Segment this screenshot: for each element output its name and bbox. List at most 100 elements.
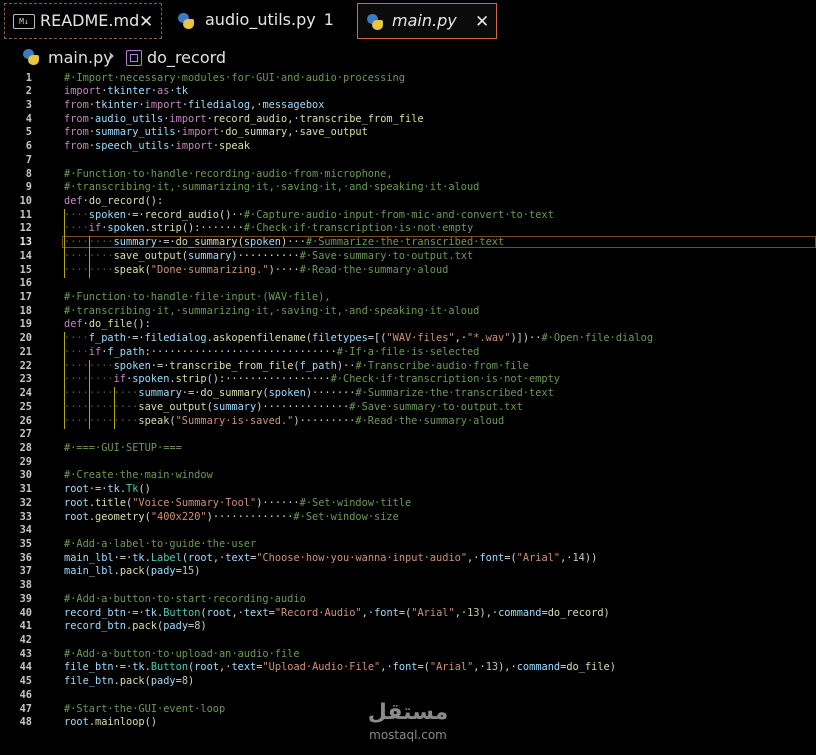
code-line[interactable]: 14 ········ save_output(summary)··········… (0, 249, 816, 264)
code-line[interactable]: 13 ········ summary·=·do_summary(spoken)··… (0, 236, 816, 251)
code-token: messagebox (262, 98, 325, 111)
line-number: 38 (19, 579, 32, 592)
close-icon[interactable]: ✕ (139, 12, 153, 32)
code-line[interactable]: 30 #·Create·the·main·window (0, 469, 816, 483)
line-number: 47 (19, 702, 32, 715)
code-line[interactable]: 2 import·tkinter·as·tk (0, 85, 816, 99)
code-line[interactable]: 37 main_lbl.pack(pady=15) (0, 565, 816, 579)
code-line[interactable]: 27 (0, 428, 816, 442)
code-text: summary·=·do_summary(spoken)···#·Summari… (114, 236, 505, 250)
code-token: 14 (572, 551, 585, 564)
code-line[interactable]: 16 (0, 277, 816, 291)
code-line[interactable]: 9 #·transcribing·it,·summarizing·it,·savi… (0, 181, 816, 195)
breadcrumb-file[interactable]: main.py (48, 48, 113, 67)
code-line[interactable]: 18 #·transcribing·it,·summarizing·it,·sav… (0, 305, 816, 319)
line-number: 36 (19, 551, 32, 564)
tab-label: audio_utils.py 1 (205, 10, 334, 29)
code-text: speak("Done·summarizing.")····#·Read·the… (114, 264, 449, 278)
code-token: def (64, 194, 83, 207)
code-line[interactable]: 1 #·Import·necessary·modules·for·GUI·and·… (0, 72, 816, 86)
line-number: 27 (19, 428, 32, 441)
code-token: pady (150, 675, 176, 688)
code-token: spoken (113, 359, 151, 372)
code-line[interactable]: 22 ········ spoken·=·transcribe_from_file(… (0, 359, 816, 374)
line-number: 12 (19, 222, 32, 235)
code-token: record_btn (64, 620, 126, 633)
tab-readme[interactable]: M↓ README.md ✕ (4, 3, 162, 39)
close-icon[interactable]: ✕ (475, 12, 489, 32)
code-token: speak (219, 140, 251, 153)
line-number: 40 (19, 606, 32, 619)
code-token: if (113, 373, 126, 386)
code-token: if (88, 345, 102, 358)
code-text: speak("Summary·is·saved.")·········#·Rea… (138, 415, 504, 429)
code-token: def (64, 318, 83, 331)
breadcrumb-symbol[interactable]: do_record (147, 48, 226, 67)
code-line[interactable]: 29 (0, 456, 816, 470)
code-line[interactable]: 5 from·summary_utils·import·do_summary,·s… (0, 126, 816, 140)
code-line[interactable]: 36 main_lbl·=·tk.Label(root,·text="Choose… (0, 552, 816, 566)
code-token: )········· (293, 414, 356, 427)
line-number: 7 (25, 153, 32, 166)
code-line[interactable]: 19 def·do_file(): (0, 318, 816, 332)
code-line[interactable]: 8 #·Function·to·handle·recording·audio·fr… (0, 168, 816, 182)
code-line[interactable]: 32 root.title("Voice·Summary·Tool")······… (0, 497, 816, 511)
code-line[interactable]: 3 from·tkinter·import·filedialog,·message… (0, 99, 816, 113)
code-line[interactable]: 45 file_btn.pack(pady=8) (0, 675, 816, 689)
code-line[interactable]: 4 from·audio_utils·import·record_audio,·t… (0, 113, 816, 127)
code-line[interactable]: 12 ···· if·spoken.strip():·······#·Check·i… (0, 222, 816, 237)
code-text: record_btn·=·tk.Button(root,·text="Recor… (64, 607, 610, 621)
code-line[interactable]: 24 ············ summary·=·do_summary(spoke… (0, 387, 816, 402)
code-line[interactable]: 41 record_btn.pack(pady=8) (0, 620, 816, 634)
code-token: root (64, 510, 89, 523)
code-line[interactable]: 38 (0, 579, 816, 593)
code-line[interactable]: 28 #·===·GUI·SETUP·=== (0, 442, 816, 456)
code-token: 15 (181, 565, 195, 578)
line-number: 11 (19, 208, 32, 221)
line-number: 33 (19, 510, 32, 523)
code-token: "Summary·is·saved." (175, 414, 294, 427)
tab-audio-utils[interactable]: audio_utils.py 1 (168, 3, 350, 39)
code-line[interactable]: 31 root·=·tk.Tk() (0, 483, 816, 497)
code-token: f_path (107, 345, 145, 358)
code-line[interactable]: 15 ········ speak("Done·summarizing.")····… (0, 263, 816, 278)
line-number: 9 (25, 181, 32, 194)
code-editor[interactable]: 1 #·Import·necessary·modules·for·GUI·and·… (0, 70, 816, 755)
code-token: ) (609, 661, 616, 674)
tab-main[interactable]: main.py ✕ (357, 3, 497, 39)
code-text: root·=·tk.Tk() (64, 483, 151, 497)
code-token: record_audio (144, 208, 220, 221)
code-line[interactable]: 35 #·Add·a·label·to·guide·the·user (0, 538, 816, 552)
code-token: summary_utils (95, 126, 176, 139)
code-line[interactable]: 43 #·Add·a·button·to·upload·an·audio·file (0, 648, 816, 662)
line-number: 10 (19, 194, 32, 207)
code-line[interactable]: 26 ············ speak("Summary·is·saved.")… (0, 414, 816, 429)
whitespace-marker: ···· (64, 222, 89, 235)
code-line[interactable]: 21 ···· if·f_path:························… (0, 345, 816, 360)
code-line[interactable]: 7 (0, 154, 816, 168)
code-token: #·If·a·file·is·selected (336, 345, 480, 358)
code-token: #·Read·the·summary·aloud (299, 263, 449, 276)
code-line[interactable]: 40 record_btn·=·tk.Button(root,·text="Rec… (0, 607, 816, 621)
code-text: spoken·=·record_audio()··#·Capture·audio… (89, 209, 554, 223)
code-line[interactable]: 6 from·speech_utils·import·speak (0, 140, 816, 154)
code-line[interactable]: 42 (0, 634, 816, 648)
code-token: text (225, 551, 251, 564)
code-line[interactable]: 10 def·do_record(): (0, 195, 816, 209)
code-line[interactable]: 23 ········ if·spoken.strip():············… (0, 373, 816, 388)
code-token: "Done·summarizing." (150, 263, 269, 276)
code-line[interactable]: 34 (0, 524, 816, 538)
code-token: tk (132, 661, 145, 674)
code-text: from·audio_utils·import·record_audio,·tr… (64, 113, 424, 127)
line-number: 1 (25, 71, 32, 84)
code-token: speech_utils (95, 140, 170, 153)
code-line[interactable]: 25 ············ save_output(summary)······… (0, 400, 816, 415)
code-line[interactable]: 33 root.geometry("400x220")·············#… (0, 511, 816, 525)
code-line[interactable]: 39 #·Add·a·button·to·start·recording·audi… (0, 593, 816, 607)
code-token: strip (175, 373, 207, 386)
code-line[interactable]: 17 #·Function·to·handle·file·input·(WAV·f… (0, 291, 816, 305)
code-line[interactable]: 20 ···· f_path·=·filedialog.askopenfilenam… (0, 332, 816, 347)
code-line[interactable]: 44 file_btn·=·tk.Button(root,·text="Uploa… (0, 661, 816, 675)
code-token: )·············· (256, 400, 350, 413)
code-line[interactable]: 11 ···· spoken·=·record_audio()··#·Capture… (0, 208, 816, 223)
